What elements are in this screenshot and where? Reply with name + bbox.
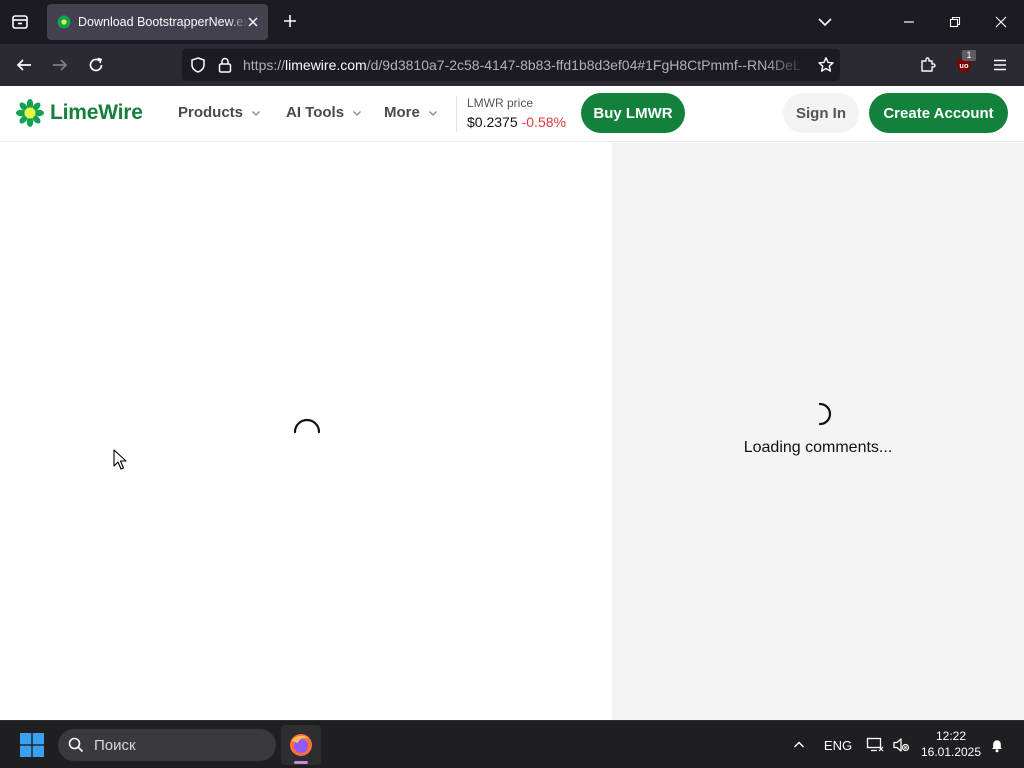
tab-strip: Download BootstrapperNew.exe | LimeWire — [0, 0, 1024, 44]
tab-title: Download BootstrapperNew.exe | LimeWire — [78, 15, 248, 29]
chevron-down-icon — [252, 110, 260, 116]
url-scheme: https:// — [243, 57, 286, 73]
nav-products-label: Products — [178, 104, 244, 121]
list-all-tabs-chevron-icon[interactable] — [814, 12, 836, 32]
forward-arrow-icon — [53, 59, 68, 71]
taskbar-clock[interactable]: 12:22 16.01.2025 — [920, 728, 982, 760]
network-button[interactable] — [864, 735, 886, 755]
browser-tab-active[interactable]: Download BootstrapperNew.exe | LimeWire — [47, 4, 268, 40]
restore-button[interactable] — [940, 8, 970, 36]
show-hidden-icons-button[interactable] — [788, 735, 810, 755]
buy-lmwr-button[interactable]: Buy LMWR — [581, 93, 685, 133]
bell-icon — [992, 740, 1002, 753]
reload-icon — [89, 57, 103, 72]
search-placeholder: Поиск — [94, 736, 136, 754]
close-window-button[interactable] — [986, 8, 1016, 36]
firefox-taskbar-button[interactable] — [281, 725, 321, 765]
svg-text:uo: uo — [959, 61, 969, 70]
nav-more[interactable]: More — [384, 104, 438, 121]
speaker-muted-icon — [893, 738, 910, 752]
mouse-cursor-icon — [113, 449, 127, 470]
new-tab-button[interactable] — [279, 10, 301, 32]
logo-wordmark: LimeWire — [50, 101, 143, 124]
search-icon — [68, 737, 84, 753]
loading-spinner-icon — [293, 418, 321, 434]
nav-ai-tools-label: AI Tools — [286, 104, 345, 121]
running-indicator — [294, 761, 308, 764]
comments-loading-text: Loading comments... — [743, 439, 893, 456]
nav-products[interactable]: Products — [178, 104, 261, 121]
price-divider — [456, 96, 457, 132]
extensions-button[interactable] — [914, 51, 942, 79]
chevron-down-icon — [428, 110, 437, 116]
taskbar-search-input[interactable]: Поиск — [58, 729, 276, 761]
address-bar[interactable]: https://limewire.com/d/9d3810a7-2c58-414… — [182, 49, 840, 81]
chevron-down-icon — [353, 110, 362, 116]
url-text[interactable]: https://limewire.com/d/9d3810a7-2c58-414… — [243, 57, 809, 73]
url-path: /d/9d3810a7-2c58-4147-8b83-ffd1b8d3ef04#… — [366, 57, 801, 73]
padlock-icon[interactable] — [217, 56, 233, 74]
restore-icon — [949, 16, 961, 28]
bookmark-star-icon[interactable] — [817, 56, 835, 74]
tracking-protection-shield-icon[interactable] — [189, 56, 207, 74]
comments-pane: Loading comments... — [612, 143, 1024, 720]
puzzle-piece-icon — [921, 57, 936, 72]
limewire-logo-icon — [16, 99, 44, 127]
chevron-up-icon — [794, 741, 804, 748]
windows-logo-icon — [20, 733, 44, 757]
back-arrow-icon — [16, 59, 31, 71]
limewire-favicon-icon — [57, 15, 71, 29]
clock-date: 16.01.2025 — [920, 745, 982, 759]
site-header: LimeWire Products AI Tools More LMWR pri… — [0, 86, 1024, 142]
limewire-logo[interactable]: LimeWire — [16, 99, 143, 127]
language-indicator[interactable]: ENG — [820, 735, 856, 755]
network-icon — [866, 737, 884, 752]
close-icon — [995, 16, 1007, 28]
notifications-button[interactable] — [986, 735, 1008, 755]
start-button[interactable] — [14, 729, 50, 761]
firefox-view-icon — [12, 15, 28, 29]
clock-time: 12:22 — [935, 729, 967, 743]
plus-icon — [284, 15, 296, 27]
firefox-icon — [290, 734, 312, 756]
tab-close-icon[interactable] — [246, 15, 260, 29]
reload-button[interactable] — [82, 51, 110, 79]
create-account-button[interactable]: Create Account — [869, 93, 1008, 133]
price-value: $0.2375 — [467, 114, 518, 130]
nav-ai-tools[interactable]: AI Tools — [286, 104, 362, 121]
minimize-icon — [904, 21, 914, 23]
windows-taskbar: Поиск ENG 12:22 16.01.2025 — [0, 720, 1024, 768]
extension-counter-badge: 1 — [962, 50, 976, 61]
url-host: limewire.com — [285, 57, 367, 73]
price-label: LMWR price — [467, 96, 534, 110]
comments-spinner-icon — [818, 402, 832, 426]
app-menu-button[interactable] — [986, 51, 1014, 79]
nav-more-label: More — [384, 104, 420, 121]
volume-button[interactable] — [890, 735, 912, 755]
tab-list-button[interactable] — [6, 8, 34, 36]
back-button[interactable] — [10, 51, 38, 79]
price-change: -0.58% — [521, 114, 566, 130]
hamburger-menu-icon — [994, 59, 1006, 71]
price-ticker: $0.2375 -0.58% — [467, 114, 566, 130]
sign-in-button[interactable]: Sign In — [783, 93, 859, 133]
forward-button[interactable] — [46, 51, 74, 79]
minimize-button[interactable] — [894, 8, 924, 36]
file-preview-pane — [0, 143, 612, 720]
navigation-toolbar: https://limewire.com/d/9d3810a7-2c58-414… — [0, 44, 1024, 86]
